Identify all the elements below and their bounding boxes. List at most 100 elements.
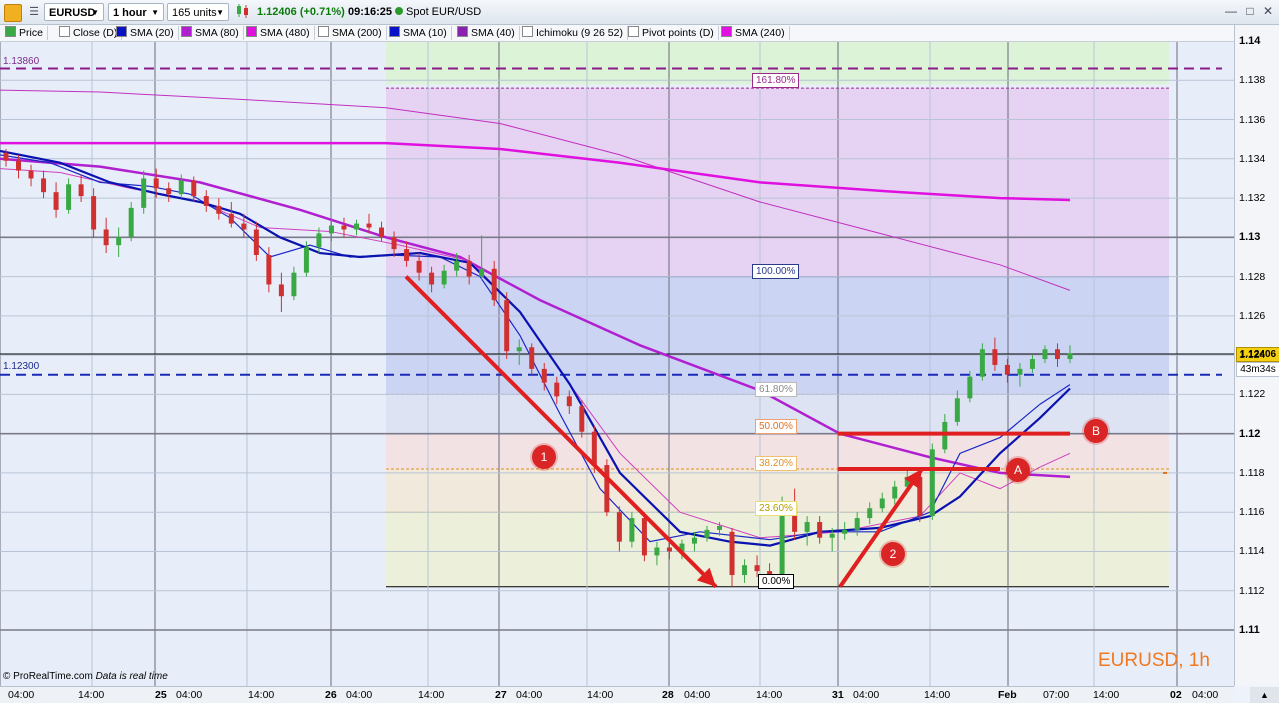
candle-body — [892, 486, 898, 499]
candle-body — [128, 207, 134, 238]
candle-body — [28, 170, 34, 179]
price-tick: 1.11 — [1239, 624, 1260, 636]
candle-body — [1067, 353, 1073, 360]
legend-item[interactable]: SMA (40) — [454, 26, 520, 40]
candle-body — [804, 522, 810, 532]
candle-body — [867, 508, 873, 519]
indicator-legend: Price Close (D) SMA (20) SMA (80) SMA (480) S… — [0, 25, 1234, 42]
marker-a: A — [1006, 458, 1030, 482]
legend-label: Pivot points (D) — [642, 27, 714, 39]
instrument-name: Spot EUR/USD — [406, 6, 482, 18]
axis-corner-icon[interactable]: ▲ — [1250, 687, 1279, 703]
candle-body — [1042, 349, 1048, 360]
price-tick: 1.134 — [1239, 152, 1266, 165]
app-icon[interactable] — [4, 4, 22, 22]
candle-body — [829, 533, 835, 538]
legend-label: SMA (40) — [471, 27, 515, 39]
candle-type-icon[interactable] — [234, 3, 250, 19]
time-tick: 26 — [325, 689, 337, 701]
price-axis[interactable]: 1.12406 43m34s 1.14 1.138 1.136 1.134 1.132 1… — [1234, 25, 1279, 686]
candle-body — [278, 284, 284, 297]
candle-body — [203, 196, 209, 206]
legend-item[interactable]: SMA (480) — [243, 26, 315, 40]
symbol-watermark: EURUSD, 1h — [1098, 650, 1210, 671]
candle-body — [704, 529, 710, 538]
candle-body — [629, 518, 635, 542]
timeframe-label: 1 hour — [113, 7, 147, 19]
legend-item[interactable]: SMA (10) — [386, 26, 452, 40]
candle-body — [554, 382, 560, 397]
price-change: (+0.71%) — [299, 6, 345, 18]
candle-body — [717, 525, 723, 530]
timeframe-selector[interactable]: 1 hour ▼ — [108, 3, 164, 21]
candle-body — [78, 184, 84, 197]
candle-body — [591, 431, 597, 466]
realtime-note: Data is real time — [95, 671, 168, 682]
candle-body — [466, 260, 472, 277]
candle-body — [404, 249, 410, 261]
price-tick: 1.12 — [1239, 427, 1261, 440]
candle-body — [541, 368, 547, 383]
units-selector[interactable]: 165 units ▼ — [167, 3, 229, 21]
legend-item[interactable]: SMA (20) — [113, 26, 179, 40]
footer-note: © ProRealTime.com Data is real time — [3, 671, 168, 682]
legend-swatch — [116, 26, 127, 37]
candle-body — [53, 192, 59, 210]
legend-label: SMA (480) — [260, 27, 310, 39]
time-tick: 02 — [1170, 689, 1182, 701]
fib-label-161: 161.80% — [752, 73, 800, 88]
legend-item[interactable]: Pivot points (D) — [625, 26, 719, 40]
price-tick: 1.118 — [1239, 466, 1265, 479]
legend-item[interactable]: Price — [2, 26, 48, 40]
menu-icon[interactable]: ☰ — [26, 3, 42, 21]
legend-label: SMA (80) — [195, 27, 239, 39]
live-dot-icon — [395, 7, 403, 15]
marker-2: 2 — [881, 542, 905, 566]
candle-body — [391, 237, 397, 250]
close-icon[interactable]: ✕ — [1261, 4, 1275, 18]
candle-body — [166, 188, 172, 195]
candle-body — [504, 300, 510, 352]
minimize-icon[interactable]: — — [1224, 4, 1238, 18]
candle-body — [253, 229, 259, 256]
candle-body — [666, 547, 672, 552]
candle-body — [3, 152, 9, 161]
legend-swatch — [318, 26, 329, 37]
time-tick: 04:00 — [346, 689, 373, 701]
time-tick: 31 — [832, 689, 844, 701]
fib-label-100: 100.00% — [752, 264, 800, 279]
time-tick: 04:00 — [176, 689, 203, 701]
candle-body — [604, 465, 610, 513]
candle-body — [41, 178, 47, 193]
legend-label: SMA (20) — [130, 27, 174, 39]
maximize-icon[interactable]: □ — [1243, 4, 1257, 18]
time-tick: 14:00 — [587, 689, 614, 701]
legend-item[interactable]: SMA (200) — [315, 26, 387, 40]
candle-body — [529, 347, 535, 369]
legend-swatch — [246, 26, 257, 37]
legend-swatch — [522, 26, 533, 37]
level-label-upper: 1.13860 — [3, 56, 40, 67]
fib-label-0: 0.00% — [758, 574, 795, 589]
legend-item[interactable]: Ichimoku (9 26 52) — [519, 26, 628, 40]
symbol-selector[interactable]: EURUSD ▼ — [44, 3, 104, 21]
time-axis[interactable]: 04:00 14:00 25 04:00 14:00 26 04:00 14:00 27 04:0… — [0, 686, 1234, 703]
legend-label: SMA (240) — [735, 27, 785, 39]
time-tick: 04:00 — [516, 689, 543, 701]
watermark: © ProRealTime.com — [3, 671, 93, 682]
time-tick: 14:00 — [924, 689, 951, 701]
legend-item[interactable]: SMA (80) — [178, 26, 244, 40]
chevron-down-icon: ▼ — [91, 8, 99, 17]
time-tick: 14:00 — [418, 689, 445, 701]
candle-body — [16, 160, 22, 171]
price-tick: 1.14 — [1239, 35, 1261, 47]
legend-item[interactable]: SMA (240) — [718, 26, 790, 40]
candle-body — [116, 237, 122, 246]
candle-body — [141, 178, 147, 208]
price-tick: 1.116 — [1239, 506, 1265, 519]
fib-label-61: 61.80% — [755, 382, 797, 397]
marker-b: B — [1084, 419, 1108, 443]
price-chart[interactable] — [0, 42, 1234, 686]
candle-body — [316, 233, 322, 248]
marker-1: 1 — [532, 445, 556, 469]
